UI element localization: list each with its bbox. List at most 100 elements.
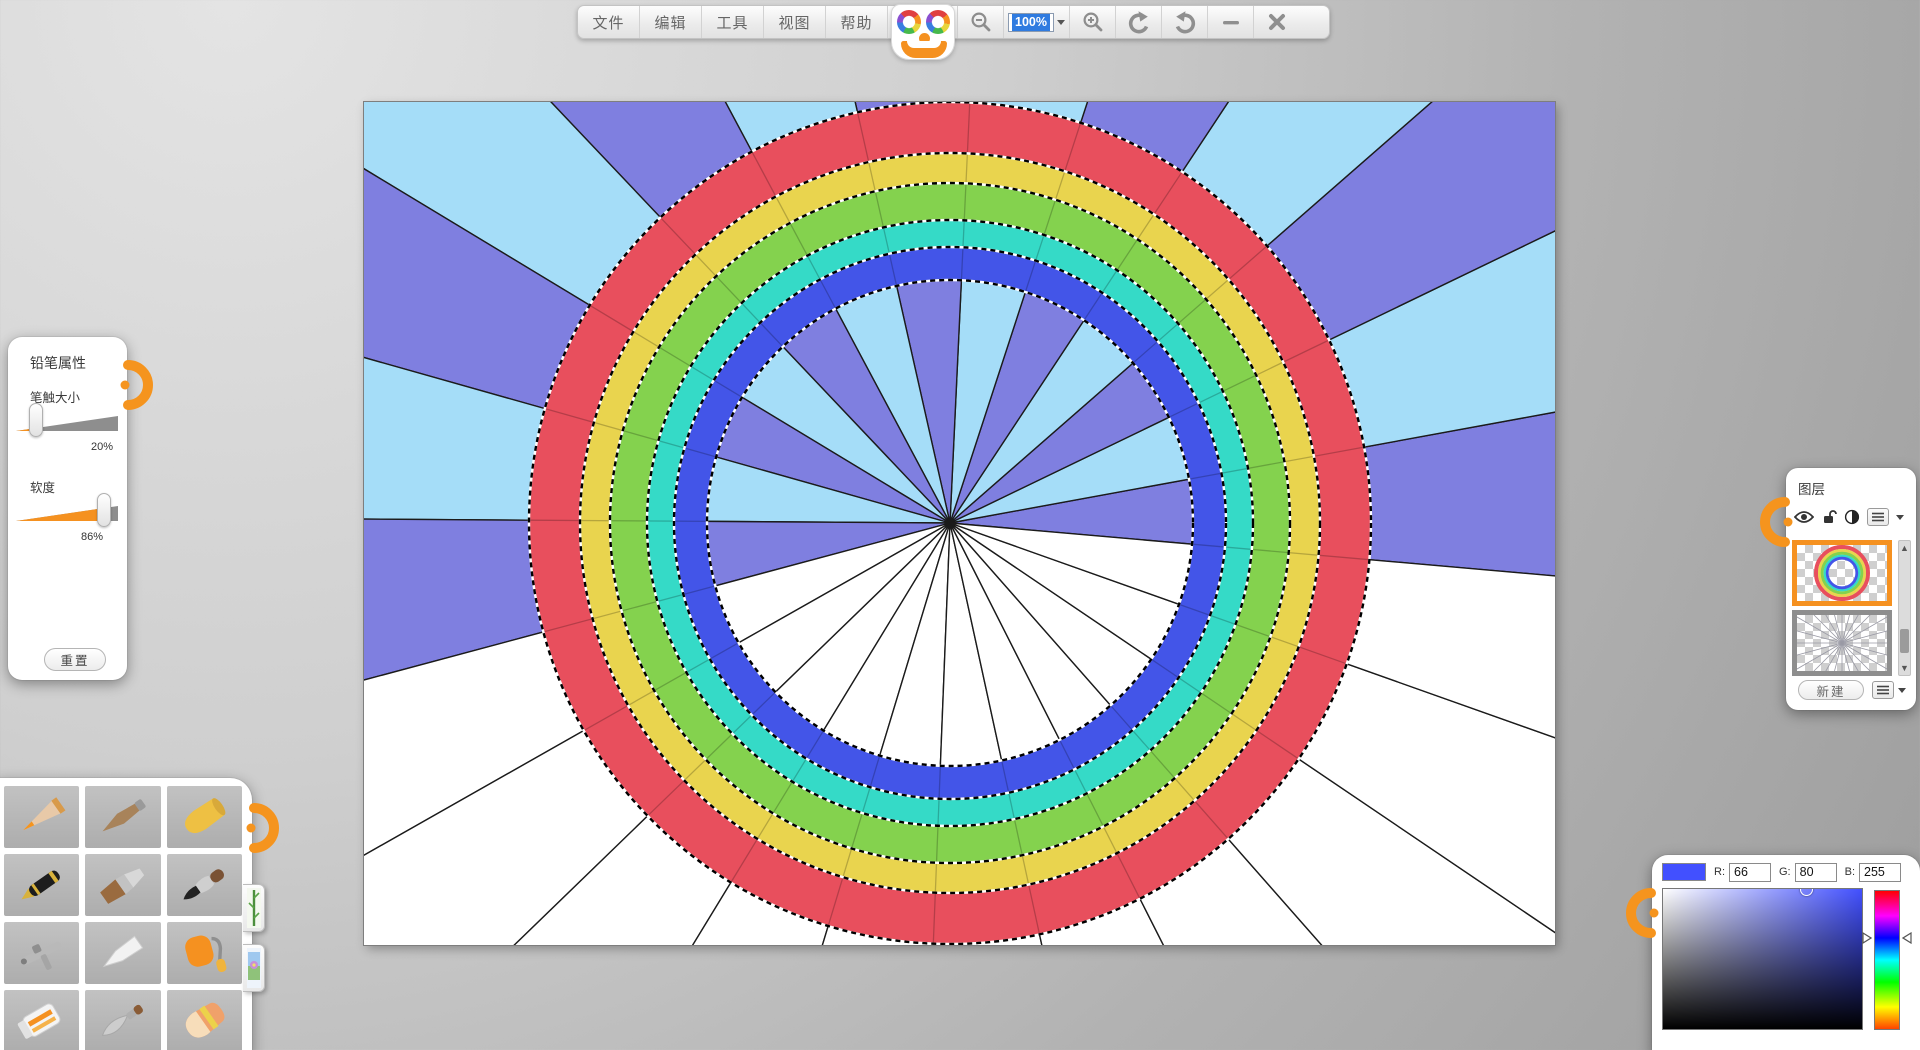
paper-stump-icon — [90, 925, 156, 981]
current-color-swatch — [1662, 863, 1706, 881]
zoom-in-button[interactable] — [1070, 6, 1116, 38]
fountain-pen-icon — [9, 857, 75, 913]
close-button[interactable] — [1254, 6, 1300, 38]
layer-opacity-button[interactable] — [1844, 509, 1860, 525]
menu-view[interactable]: 视图 — [764, 6, 826, 38]
tool-fountain-pen[interactable] — [4, 854, 79, 916]
rainbow-sunburst-artwork — [364, 102, 1555, 945]
pencil-panel-handle[interactable] — [118, 359, 148, 411]
top-toolbar: 文件 编辑 工具 视图 帮助 100% — [577, 5, 1330, 39]
layer-item-rainbow-ring[interactable] — [1792, 540, 1892, 606]
sunburst-lines-thumbnail — [1797, 615, 1887, 671]
brush-size-handle[interactable] — [29, 403, 43, 437]
clown-right-eye-icon — [926, 10, 950, 34]
flat-brush-icon — [90, 857, 156, 913]
red-label: R: — [1714, 866, 1725, 878]
color-cursor-icon[interactable] — [1800, 888, 1813, 896]
brush-size-slider[interactable] — [16, 403, 118, 439]
zoom-level-segment: 100% — [1004, 6, 1070, 38]
minimize-icon — [1220, 11, 1242, 33]
layer-visibility-button[interactable] — [1794, 510, 1814, 524]
app-logo-segment — [888, 6, 958, 38]
layers-bottom-menu-button[interactable] — [1872, 681, 1894, 699]
tool-flat-brush[interactable] — [85, 854, 160, 916]
paint-tube-icon — [9, 993, 75, 1049]
clown-smile-icon — [901, 41, 947, 58]
tool-crayon[interactable] — [167, 786, 242, 848]
undo-button[interactable] — [1116, 6, 1162, 38]
paint-roller-icon — [171, 925, 237, 981]
green-label: G: — [1779, 866, 1791, 878]
hue-slider[interactable] — [1874, 890, 1900, 1030]
tool-eraser[interactable] — [167, 990, 242, 1050]
layers-panel: 图层 — [1786, 468, 1916, 710]
zoom-level-input[interactable]: 100% — [1008, 13, 1054, 32]
clown-left-eye-icon — [897, 10, 921, 34]
pencil-panel-title: 铅笔属性 — [30, 353, 86, 373]
charcoal-stick-icon — [90, 789, 156, 845]
palette-knife-icon — [90, 993, 156, 1049]
softness-value: 86% — [81, 531, 103, 543]
redo-icon — [1172, 9, 1198, 35]
layer-item-sunburst-lines[interactable] — [1792, 610, 1892, 676]
softness-handle[interactable] — [97, 493, 111, 527]
layer-lock-button[interactable] — [1821, 509, 1837, 525]
bamboo-stamp-tab[interactable] — [243, 884, 265, 932]
layer-menu-lines-icon — [1871, 512, 1885, 522]
layers-scrollbar[interactable]: ▲ ▼ — [1898, 540, 1911, 676]
tools-grid — [4, 786, 242, 1050]
undo-icon — [1126, 9, 1152, 35]
menu-file[interactable]: 文件 — [578, 6, 640, 38]
tool-ink-brush[interactable] — [167, 854, 242, 916]
color-panel-handle[interactable] — [1631, 887, 1661, 939]
menu-tools[interactable]: 工具 — [702, 6, 764, 38]
brush-size-value: 20% — [91, 441, 113, 453]
minimize-button[interactable] — [1208, 6, 1254, 38]
airbrush-icon — [9, 925, 75, 981]
hue-arrow-right-icon[interactable] — [1902, 932, 1912, 944]
tool-paint-tube[interactable] — [4, 990, 79, 1050]
blue-value: 255 — [1864, 865, 1885, 879]
new-layer-button[interactable]: 新建 — [1798, 680, 1864, 700]
tool-paper-stump[interactable] — [85, 922, 160, 984]
redo-button[interactable] — [1162, 6, 1208, 38]
tools-palette-handle[interactable] — [244, 802, 274, 854]
crayon-icon — [171, 789, 237, 845]
clown-face-logo — [891, 4, 955, 60]
bamboo-icon — [247, 888, 261, 928]
menu-help[interactable]: 帮助 — [826, 6, 888, 38]
zoom-dropdown-caret[interactable] — [1057, 20, 1065, 25]
tools-palette — [0, 778, 252, 1050]
pencil-icon — [9, 789, 75, 845]
saturation-value-picker[interactable] — [1662, 888, 1863, 1030]
layers-panel-handle[interactable] — [1765, 496, 1795, 548]
tool-paint-roller[interactable] — [167, 922, 242, 984]
layer-menu-caret[interactable] — [1896, 515, 1904, 520]
scroll-up-icon[interactable]: ▲ — [1899, 541, 1910, 555]
pencil-properties-panel: 铅笔属性 笔触大小 20% 软度 86% 重置 — [8, 337, 127, 680]
red-value: 66 — [1734, 865, 1748, 879]
layers-bottom-menu-lines-icon — [1876, 685, 1890, 695]
layers-scrollbar-thumb[interactable] — [1900, 629, 1909, 653]
green-input[interactable]: 80 — [1795, 863, 1837, 882]
layer-menu-button[interactable] — [1867, 508, 1889, 526]
tool-airbrush[interactable] — [4, 922, 79, 984]
layers-bottom-menu-caret[interactable] — [1898, 688, 1906, 693]
softness-slider[interactable] — [16, 493, 118, 529]
scroll-down-icon[interactable]: ▼ — [1899, 661, 1910, 675]
blue-input[interactable]: 255 — [1859, 863, 1901, 882]
tool-charcoal-stick[interactable] — [85, 786, 160, 848]
eraser-icon — [171, 993, 237, 1049]
reset-button[interactable]: 重置 — [44, 648, 106, 671]
visibility-eye-icon — [1794, 510, 1814, 524]
hue-arrow-left-icon[interactable] — [1862, 932, 1872, 944]
blue-label: B: — [1845, 866, 1855, 878]
picture-stamp-tab[interactable] — [243, 944, 265, 992]
zoom-out-button[interactable] — [958, 6, 1004, 38]
tool-palette-knife[interactable] — [85, 990, 160, 1050]
red-input[interactable]: 66 — [1729, 863, 1771, 882]
drawing-canvas[interactable] — [364, 102, 1555, 945]
opacity-half-circle-icon — [1844, 509, 1860, 525]
menu-edit[interactable]: 编辑 — [640, 6, 702, 38]
tool-pencil[interactable] — [4, 786, 79, 848]
